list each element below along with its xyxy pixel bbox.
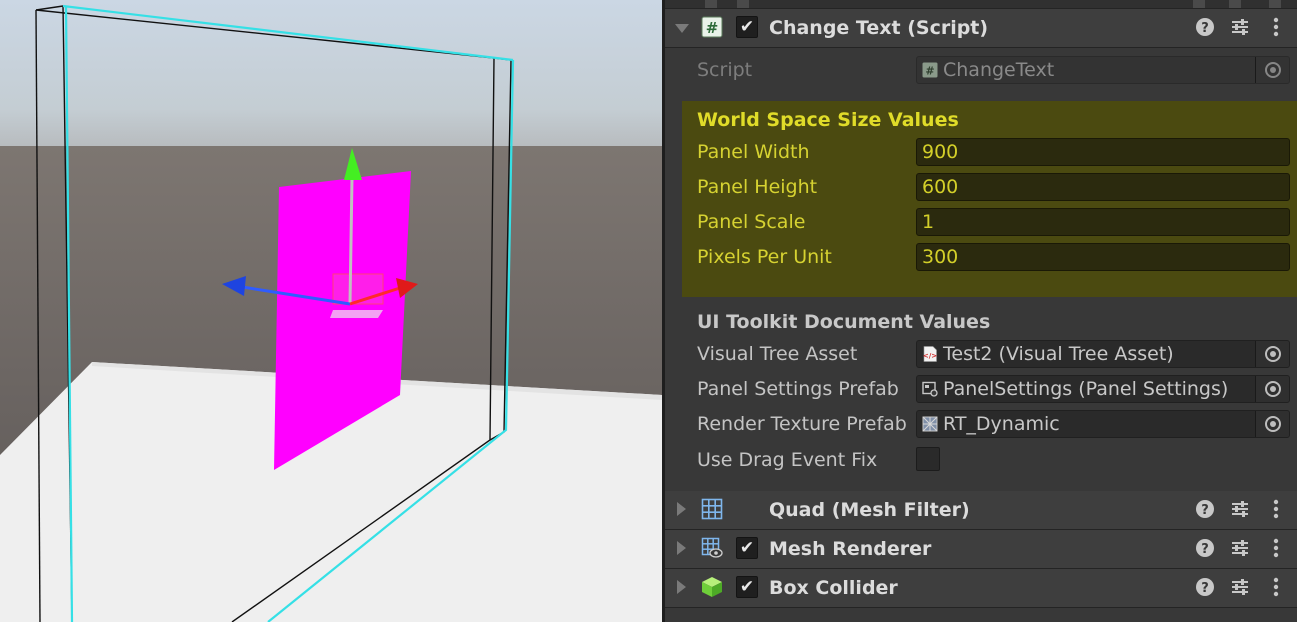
panel-settings-icon: [922, 381, 938, 397]
component-enabled-checkbox[interactable]: ✔: [736, 576, 758, 598]
inspector-panel: # ✔ Change Text (Script) ? Script # Chan…: [665, 0, 1297, 622]
kebab-menu-icon[interactable]: [1265, 537, 1287, 559]
component-enabled-checkbox[interactable]: ✔: [736, 16, 758, 38]
box-collider-header[interactable]: ✔ Box Collider ?: [665, 569, 1297, 608]
panel-settings-field[interactable]: PanelSettings (Panel Settings): [916, 375, 1290, 403]
panel-width-label: Panel Width: [697, 141, 810, 163]
sliders-icon[interactable]: [1229, 537, 1251, 559]
kebab-menu-icon[interactable]: [1265, 498, 1287, 520]
foldout-expanded-icon[interactable]: [675, 24, 689, 33]
help-icon[interactable]: ?: [1194, 498, 1216, 520]
visual-tree-field[interactable]: </> Test2 (Visual Tree Asset): [916, 340, 1290, 368]
script-label: Script: [697, 59, 753, 81]
target-icon[interactable]: [1255, 376, 1289, 402]
panel-scale-label: Panel Scale: [697, 211, 806, 233]
scene-viewport[interactable]: [0, 0, 662, 622]
target-icon[interactable]: [1255, 341, 1289, 367]
drag-fix-checkbox[interactable]: [916, 447, 940, 471]
component-title: Box Collider: [769, 577, 898, 599]
visual-tree-label: Visual Tree Asset: [697, 343, 858, 365]
component-title: Quad (Mesh Filter): [769, 499, 970, 521]
grid-mesh-icon: [701, 498, 723, 520]
render-texture-icon: [922, 416, 938, 432]
pixels-per-unit-label: Pixels Per Unit: [697, 246, 832, 268]
render-texture-field[interactable]: RT_Dynamic: [916, 410, 1290, 438]
green-cube-icon: [702, 577, 722, 597]
render-texture-label: Render Texture Prefab: [697, 413, 907, 435]
gizmo-y-axis[interactable]: [348, 177, 354, 305]
svg-text:?: ?: [1201, 581, 1209, 596]
foldout-collapsed-icon[interactable]: [677, 541, 686, 555]
svg-text:?: ?: [1201, 503, 1209, 518]
script-field: # ChangeText: [916, 56, 1290, 84]
visual-tree-value: Test2 (Visual Tree Asset): [943, 343, 1174, 365]
sliders-icon[interactable]: [1229, 576, 1251, 598]
panel-height-label: Panel Height: [697, 176, 818, 198]
component-title: Mesh Renderer: [769, 538, 932, 560]
kebab-menu-icon[interactable]: [1265, 576, 1287, 598]
mesh-filter-header[interactable]: Quad (Mesh Filter) ?: [665, 491, 1297, 530]
svg-text:#: #: [925, 65, 934, 78]
target-icon[interactable]: [1255, 411, 1289, 437]
mesh-renderer-header[interactable]: ✔ Mesh Renderer ?: [665, 530, 1297, 569]
ui-toolkit-header: UI Toolkit Document Values: [697, 311, 991, 333]
svg-text:</>: </>: [923, 352, 937, 360]
sliders-icon[interactable]: [1229, 498, 1251, 520]
foldout-collapsed-icon[interactable]: [677, 502, 686, 516]
foldout-collapsed-icon[interactable]: [677, 580, 686, 594]
hash-script-icon: #: [922, 62, 938, 78]
svg-text:?: ?: [1201, 542, 1209, 557]
target-icon: [1255, 57, 1289, 83]
pixels-per-unit-input[interactable]: 300: [916, 243, 1290, 271]
world-space-section: World Space Size Values Panel Width 900 …: [682, 101, 1297, 297]
render-texture-value: RT_Dynamic: [943, 413, 1060, 435]
svg-text:?: ?: [1201, 21, 1209, 36]
component-enabled-checkbox[interactable]: ✔: [736, 537, 758, 559]
kebab-menu-icon[interactable]: [1265, 16, 1287, 38]
panel-width-input[interactable]: 900: [916, 138, 1290, 166]
gizmo-plane-handle[interactable]: [332, 273, 384, 305]
drag-fix-label: Use Drag Event Fix: [697, 449, 878, 471]
component-title: Change Text (Script): [769, 17, 989, 39]
sliders-icon[interactable]: [1229, 16, 1251, 38]
help-icon[interactable]: ?: [1194, 537, 1216, 559]
panel-height-input[interactable]: 600: [916, 173, 1290, 201]
help-icon[interactable]: ?: [1194, 576, 1216, 598]
change-text-header[interactable]: # ✔ Change Text (Script) ?: [665, 8, 1297, 48]
scene-view[interactable]: [0, 0, 662, 622]
panel-settings-value: PanelSettings (Panel Settings): [943, 378, 1229, 400]
world-space-header: World Space Size Values: [697, 109, 959, 131]
hash-script-icon: #: [701, 16, 723, 38]
script-value: ChangeText: [943, 59, 1055, 81]
panel-settings-label: Panel Settings Prefab: [697, 378, 899, 400]
mesh-renderer-icon: [701, 537, 723, 558]
skybox: [0, 0, 662, 146]
uxml-file-icon: </>: [923, 346, 937, 362]
help-icon[interactable]: ?: [1194, 16, 1216, 38]
panel-scale-input[interactable]: 1: [916, 208, 1290, 236]
svg-text:#: #: [706, 19, 719, 37]
